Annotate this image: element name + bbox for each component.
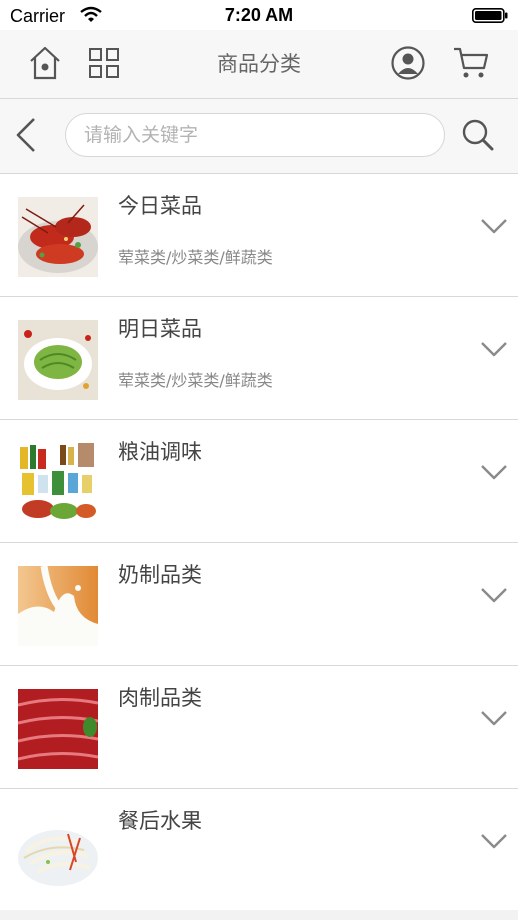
status-bar: Carrier 7:20 AM [0, 0, 518, 30]
fruit-salad-image [18, 812, 98, 892]
chevron-down-icon[interactable] [478, 212, 510, 242]
category-item-dairy[interactable]: 奶制品类 [0, 543, 518, 666]
category-item-tomorrow[interactable]: 明日菜品 荤菜类/炒菜类/鲜蔬类 [0, 297, 518, 420]
category-name: 明日菜品 [118, 317, 202, 341]
category-name: 今日菜品 [118, 194, 202, 218]
search-icon [462, 119, 494, 151]
search-button[interactable] [458, 115, 498, 155]
back-button[interactable] [10, 115, 42, 155]
search-input[interactable] [65, 113, 445, 157]
category-name: 粮油调味 [118, 440, 202, 464]
user-button[interactable] [388, 43, 428, 83]
green-vegetable-dish-image [18, 320, 98, 400]
category-item-grain-oil[interactable]: 粮油调味 [0, 420, 518, 543]
chevron-down-icon[interactable] [478, 458, 510, 488]
category-list: 今日菜品 荤菜类/炒菜类/鲜蔬类 明日菜品 荤菜类/炒菜类/鲜蔬类 粮油调味 奶… [0, 174, 518, 912]
category-subtitle: 荤菜类/炒菜类/鲜蔬类 [118, 248, 273, 267]
user-icon [391, 46, 425, 80]
category-subtitle: 荤菜类/炒菜类/鲜蔬类 [118, 371, 273, 390]
bottom-divider [0, 910, 518, 920]
battery-icon [472, 8, 508, 23]
category-name: 奶制品类 [118, 563, 202, 587]
category-item-meat[interactable]: 肉制品类 [0, 666, 518, 789]
category-item-today[interactable]: 今日菜品 荤菜类/炒菜类/鲜蔬类 [0, 174, 518, 297]
cart-icon [454, 47, 489, 78]
page-title: 商品分类 [217, 52, 301, 76]
status-time: 7:20 AM [224, 5, 294, 25]
chevron-down-icon[interactable] [478, 827, 510, 857]
chevron-down-icon[interactable] [478, 704, 510, 734]
category-name: 肉制品类 [118, 686, 202, 710]
raw-meat-slices-image [18, 689, 98, 769]
back-arrow-icon [16, 118, 35, 152]
search-bar [0, 99, 518, 174]
nav-bar: 商品分类 [0, 30, 518, 99]
crayfish-dish-image [18, 197, 98, 277]
category-item-fruit[interactable]: 餐后水果 [0, 789, 518, 912]
chevron-down-icon[interactable] [478, 581, 510, 611]
chevron-down-icon[interactable] [478, 335, 510, 365]
category-name: 餐后水果 [118, 809, 202, 833]
milk-splash-image [18, 566, 98, 646]
cart-button[interactable] [451, 43, 491, 83]
grain-oil-products-image [18, 443, 98, 523]
